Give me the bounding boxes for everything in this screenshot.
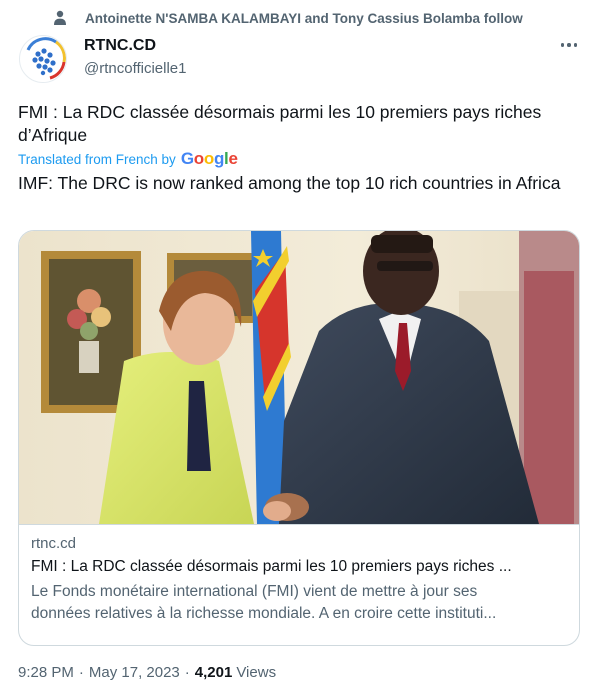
person-icon	[54, 10, 66, 25]
more-dots-icon	[560, 43, 565, 47]
tweet-time[interactable]: 9:28 PM	[18, 664, 74, 681]
more-dots-icon	[573, 43, 578, 47]
social-context[interactable]: Antoinette N'SAMBA KALAMBAYI and Tony Ca…	[54, 9, 523, 27]
card-description-line: données relatives à la richesse mondiale…	[31, 605, 497, 622]
author-handle[interactable]: @rtncofficielle1	[84, 60, 187, 77]
tweet-original-text: FMI : La RDC classée désormais parmi les…	[18, 102, 542, 145]
more-dots-icon	[567, 43, 571, 47]
card-body: rtnc.cd FMI : La RDC classée désormais p…	[19, 524, 579, 622]
card-image	[19, 231, 579, 524]
avatar[interactable]	[19, 35, 67, 83]
views-count: 4,201	[194, 664, 233, 681]
rtnc-logo	[22, 37, 66, 82]
translation-attribution[interactable]: Translated from French by Google	[18, 149, 238, 169]
tweet-meta: 9:28 PM · May 17, 2023 · 4,201 Views	[18, 664, 276, 681]
more-options-button[interactable]	[556, 34, 582, 56]
card-description-line: Le Fonds monétaire international (FMI) v…	[31, 583, 478, 600]
card-title: FMI : La RDC classée désormais parmi les…	[31, 558, 512, 575]
author-name[interactable]: RTNC.CD	[84, 37, 156, 55]
meta-separator: ·	[78, 664, 84, 681]
card-description: Le Fonds monétaire international (FMI) v…	[31, 581, 567, 625]
tweet-date[interactable]: May 17, 2023	[89, 664, 180, 681]
translated-label: Translated from French by	[18, 151, 176, 167]
views-label: Views	[236, 664, 277, 681]
tweet-translated-text: IMF: The DRC is now ranked among the top…	[18, 173, 561, 193]
card-domain: rtnc.cd	[31, 535, 77, 552]
google-logo: Google	[180, 149, 238, 168]
meta-separator: ·	[184, 664, 190, 681]
link-card[interactable]: rtnc.cd FMI : La RDC classée désormais p…	[18, 230, 580, 646]
social-context-text: Antoinette N'SAMBA KALAMBAYI and Tony Ca…	[85, 10, 523, 26]
